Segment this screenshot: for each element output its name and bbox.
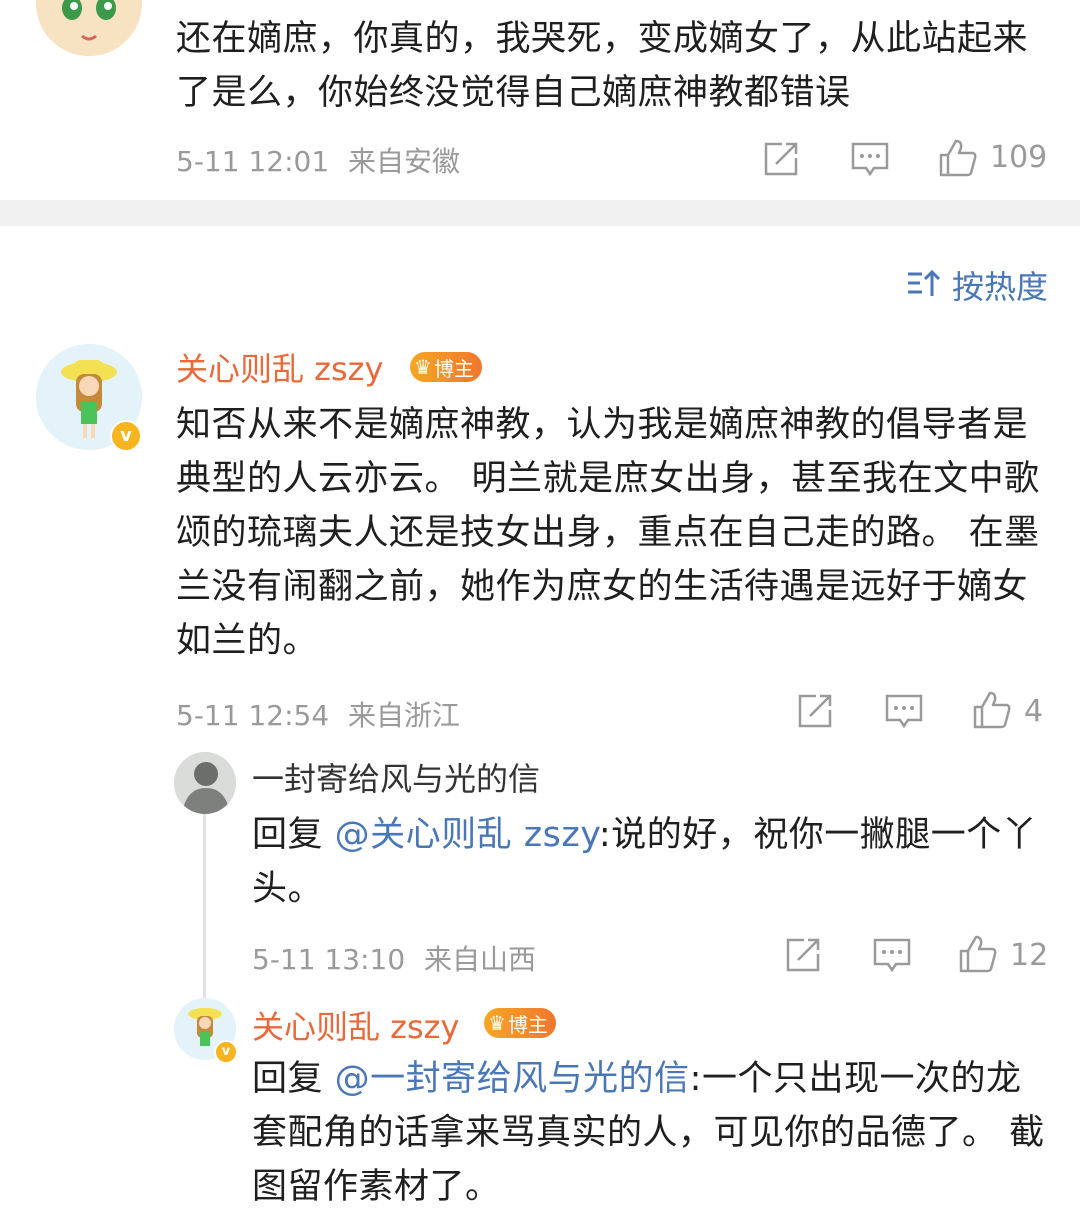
sort-button[interactable]: 按热度 bbox=[952, 262, 1048, 308]
comment-text: 知否从来不是嫡庶神教，认为我是嫡庶神教的倡导者是典型的人云亦云。 明兰就是庶女出… bbox=[176, 405, 1040, 661]
reply-time: 5-11 13:10 bbox=[252, 943, 406, 976]
thread-line bbox=[203, 800, 206, 1015]
comment-location: 来自安徽 bbox=[348, 145, 461, 178]
reply-meta: 5-11 13:10 来自山西 bbox=[252, 938, 536, 978]
verified-badge-icon: v bbox=[214, 1040, 238, 1064]
mention-link[interactable]: @一封寄给风与光的信 bbox=[335, 1059, 690, 1099]
comment-location: 来自浙江 bbox=[348, 699, 461, 732]
share-icon[interactable] bbox=[784, 936, 822, 974]
reply-prefix: 回复 bbox=[252, 1059, 335, 1099]
comment-meta: 5-11 12:01 来自安徽 bbox=[176, 140, 460, 180]
comment-time: 5-11 12:54 bbox=[176, 699, 330, 732]
avatar[interactable] bbox=[174, 752, 236, 814]
comment-meta: 5-11 12:54 来自浙江 bbox=[176, 694, 460, 734]
blogger-badge-label: 博主 bbox=[507, 1012, 548, 1037]
like-icon[interactable] bbox=[958, 934, 998, 974]
reply-text: 回复 @关心则乱 zszy:说的好，祝你一撇腿一个丫头。 bbox=[252, 808, 1052, 916]
mention-link[interactable]: @关心则乱 zszy bbox=[335, 815, 599, 855]
avatar[interactable] bbox=[36, 0, 142, 56]
reply-text: 回复 @一封寄给风与光的信:一个只出现一次的龙套配角的话拿来骂真实的人，可见你的… bbox=[252, 1052, 1052, 1214]
reply-location: 来自山西 bbox=[424, 943, 537, 976]
verified-badge-icon: v bbox=[110, 420, 142, 452]
like-count: 109 bbox=[990, 140, 1048, 175]
crown-icon: ♛ bbox=[488, 1011, 506, 1035]
comment-text: 还在嫡庶，你真的，我哭死，变成嫡女了，从此站起来了是么，你始终没觉得自己嫡庶神教… bbox=[176, 19, 1029, 113]
reply-prefix: 回复 bbox=[252, 815, 335, 855]
crown-icon: ♛ bbox=[414, 355, 432, 379]
blogger-badge-label: 博主 bbox=[433, 356, 474, 381]
blogger-badge: ♛ 博主 bbox=[410, 352, 482, 382]
comment-icon[interactable] bbox=[850, 140, 890, 178]
share-icon[interactable] bbox=[762, 140, 800, 178]
comment-time: 5-11 12:01 bbox=[176, 145, 330, 178]
section-divider bbox=[0, 200, 1080, 226]
share-icon[interactable] bbox=[796, 692, 834, 730]
comment-icon[interactable] bbox=[884, 692, 924, 730]
comment-icon[interactable] bbox=[872, 936, 912, 974]
like-count: 4 bbox=[1024, 694, 1044, 729]
like-icon[interactable] bbox=[938, 138, 978, 178]
blogger-badge: ♛ 博主 bbox=[484, 1008, 556, 1038]
author-name[interactable]: 一封寄给风与光的信 bbox=[252, 754, 540, 800]
author-name[interactable]: 关心则乱 zszy bbox=[252, 1002, 459, 1048]
author-name[interactable]: 关心则乱 zszy bbox=[176, 344, 383, 390]
sort-icon[interactable] bbox=[906, 268, 942, 298]
like-icon[interactable] bbox=[972, 690, 1012, 730]
like-count: 12 bbox=[1010, 938, 1049, 973]
